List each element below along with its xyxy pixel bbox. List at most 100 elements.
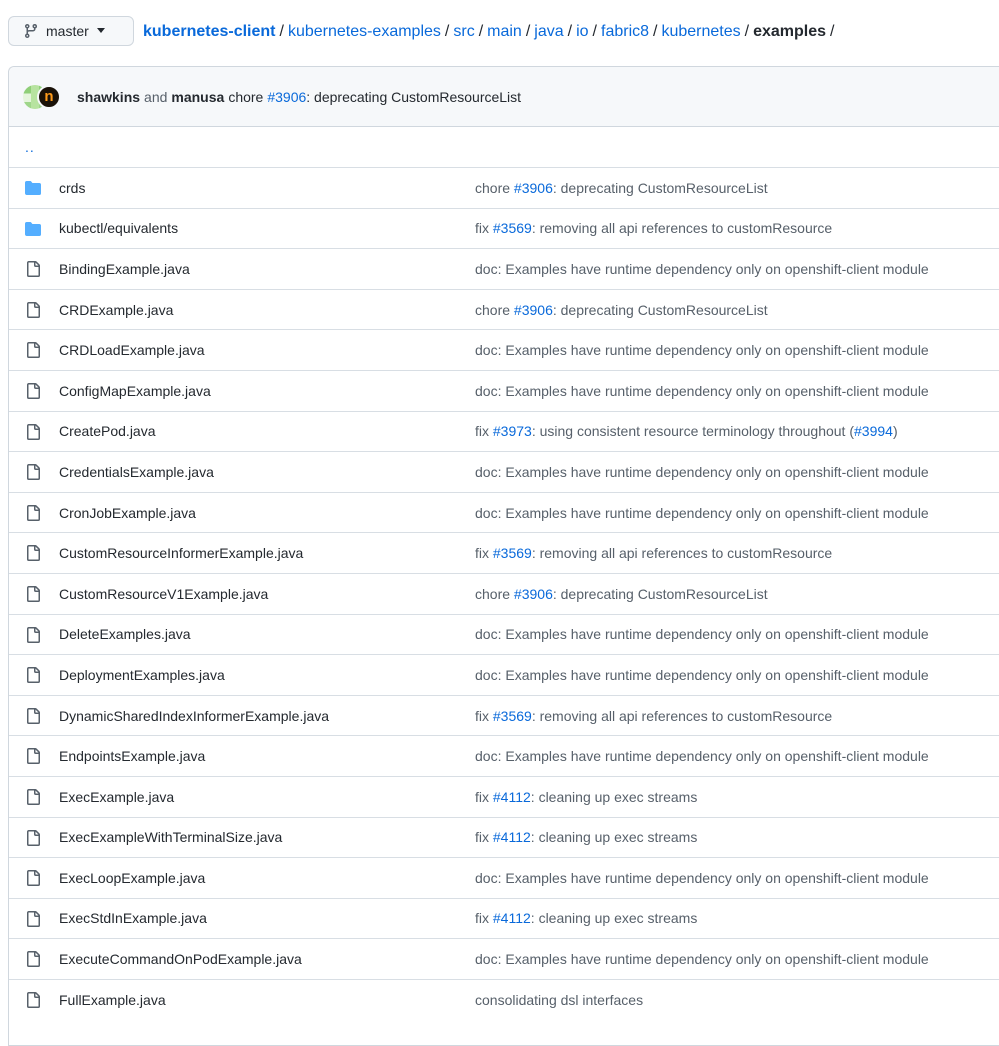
file-name-link[interactable]: FullExample.java — [59, 992, 166, 1008]
file-name-link[interactable]: CRDExample.java — [59, 302, 173, 318]
file-name-link[interactable]: ConfigMapExample.java — [59, 383, 211, 399]
parent-directory-row[interactable]: .. — [9, 127, 999, 167]
file-icon — [25, 504, 41, 521]
file-icon — [25, 626, 41, 643]
file-name-link[interactable]: CustomResourceInformerExample.java — [59, 545, 303, 561]
commit-message[interactable]: fix #3569: removing all api references t… — [475, 220, 832, 236]
issue-link[interactable]: #3906 — [514, 180, 553, 196]
commit-message[interactable]: fix #4112: cleaning up exec streams — [475, 789, 697, 805]
file-row[interactable]: DeleteExamples.java doc: Examples have ru… — [9, 613, 999, 655]
file-name-link[interactable]: ExecuteCommandOnPodExample.java — [59, 951, 302, 967]
breadcrumb-link[interactable]: src — [453, 23, 474, 40]
issue-link[interactable]: #3906 — [514, 586, 553, 602]
breadcrumb-link[interactable]: io — [576, 23, 588, 40]
file-row[interactable]: FullExample.java consolidating dsl interf… — [9, 978, 999, 1020]
issue-link[interactable]: #3906 — [514, 302, 553, 318]
commit-message[interactable]: doc: Examples have runtime dependency on… — [475, 748, 929, 764]
file-name-link[interactable]: CustomResourceV1Example.java — [59, 586, 268, 602]
file-row[interactable]: ConfigMapExample.java doc: Examples have … — [9, 369, 999, 411]
file-row[interactable]: CRDExample.java chore #3906: deprecating … — [9, 288, 999, 330]
directory-name-link[interactable]: crds — [59, 180, 85, 196]
file-name-link[interactable]: ExecLoopExample.java — [59, 870, 205, 886]
commit-message[interactable]: doc: Examples have runtime dependency on… — [475, 505, 929, 521]
file-name-link[interactable]: CronJobExample.java — [59, 505, 196, 521]
commit-message[interactable]: doc: Examples have runtime dependency on… — [475, 870, 929, 886]
commit-message-text: chore — [475, 585, 514, 602]
issue-link[interactable]: #3569 — [493, 708, 532, 724]
commit-author[interactable]: manusa — [171, 89, 224, 105]
directory-row[interactable]: crds chore #3906: deprecating CustomResou… — [9, 167, 999, 208]
avatar[interactable]: n — [37, 84, 61, 109]
file-row[interactable]: CreatePod.java fix #3973: using consisten… — [9, 410, 999, 452]
issue-link[interactable]: #3994 — [854, 423, 893, 439]
commit-message[interactable]: doc: Examples have runtime dependency on… — [475, 342, 929, 358]
commit-message[interactable]: consolidating dsl interfaces — [475, 992, 643, 1008]
author-avatars[interactable]: n — [23, 84, 67, 109]
breadcrumb: kubernetes-client / kubernetes-examples / sr… — [143, 20, 839, 44]
commit-message[interactable]: fix #4112: cleaning up exec streams — [475, 910, 697, 926]
commit-message[interactable]: fix #3973: using consistent resource ter… — [475, 423, 898, 439]
commit-message[interactable]: fix #3569: removing all api references t… — [475, 545, 832, 561]
breadcrumb-link[interactable]: kubernetes — [661, 23, 740, 40]
file-name-link[interactable]: BindingExample.java — [59, 261, 190, 277]
file-name-link[interactable]: CreatePod.java — [59, 423, 156, 439]
file-row[interactable]: DeploymentExamples.java doc: Examples hav… — [9, 654, 999, 695]
file-name-link[interactable]: DeleteExamples.java — [59, 626, 191, 642]
commit-message-text: doc: Examples have runtime dependency on… — [475, 748, 929, 765]
branch-selector-button[interactable]: master — [8, 16, 134, 46]
breadcrumb-link[interactable]: kubernetes-examples — [288, 23, 441, 40]
file-row[interactable]: CronJobExample.java doc: Examples have ru… — [9, 491, 999, 533]
commit-message[interactable]: chore #3906: deprecating CustomResourceL… — [475, 302, 768, 318]
file-row[interactable]: ExecExampleWithTerminalSize.java fix #411… — [9, 816, 999, 858]
breadcrumb-link[interactable]: java — [534, 23, 563, 40]
file-name-link[interactable]: ExecExample.java — [59, 789, 174, 805]
commit-message-text: doc: Examples have runtime dependency on… — [475, 626, 929, 643]
commit-message[interactable]: doc: Examples have runtime dependency on… — [475, 464, 929, 480]
file-row[interactable]: EndpointsExample.java doc: Examples have … — [9, 735, 999, 776]
file-row[interactable]: ExecuteCommandOnPodExample.java doc: Exam… — [9, 938, 999, 979]
commit-message-text: doc: Examples have runtime dependency on… — [475, 342, 929, 359]
breadcrumb-link[interactable]: fabric8 — [601, 23, 649, 40]
file-name-link[interactable]: CredentialsExample.java — [59, 464, 214, 480]
commit-issue-link[interactable]: #3906 — [267, 89, 306, 105]
commit-message[interactable]: chore #3906: deprecating CustomResourceL… — [475, 180, 768, 196]
file-row[interactable]: BindingExample.java doc: Examples have ru… — [9, 248, 999, 289]
directory-row[interactable]: kubectl/equivalents fix #3569: removing a… — [9, 207, 999, 249]
file-row[interactable]: CustomResourceV1Example.java chore #3906:… — [9, 572, 999, 614]
issue-link[interactable]: #3569 — [493, 545, 532, 561]
commit-message[interactable]: doc: Examples have runtime dependency on… — [475, 626, 929, 642]
file-row[interactable]: CustomResourceInformerExample.java fix #3… — [9, 532, 999, 573]
issue-link[interactable]: #4112 — [493, 789, 531, 805]
commit-message[interactable]: doc: Examples have runtime dependency on… — [475, 951, 929, 967]
issue-link[interactable]: #4112 — [493, 910, 531, 926]
file-row[interactable]: CRDLoadExample.java doc: Examples have ru… — [9, 329, 999, 370]
issue-link[interactable]: #3973 — [493, 423, 532, 439]
commit-author[interactable]: shawkins — [77, 89, 140, 105]
commit-message-text: : deprecating CustomResourceList — [552, 179, 768, 196]
file-name-link[interactable]: EndpointsExample.java — [59, 748, 205, 764]
file-icon — [25, 910, 41, 927]
commit-message[interactable]: doc: Examples have runtime dependency on… — [475, 383, 929, 399]
commit-message[interactable]: chore #3906: deprecating CustomResourceL… — [475, 586, 768, 602]
file-row[interactable]: CredentialsExample.java doc: Examples hav… — [9, 451, 999, 492]
file-row[interactable]: ExecStdInExample.java fix #4112: cleaning… — [9, 897, 999, 939]
file-row[interactable]: ExecExample.java fix #4112: cleaning up e… — [9, 775, 999, 817]
breadcrumb-link[interactable]: main — [487, 23, 522, 40]
file-row[interactable]: DynamicSharedIndexInformerExample.java fi… — [9, 694, 999, 736]
issue-link[interactable]: #3569 — [493, 220, 532, 236]
issue-link[interactable]: #4112 — [493, 829, 531, 845]
parent-directory-link[interactable]: .. — [25, 139, 35, 155]
commit-message[interactable]: doc: Examples have runtime dependency on… — [475, 667, 929, 683]
directory-name-link[interactable]: kubectl/equivalents — [59, 220, 178, 236]
file-row[interactable]: ExecLoopExample.java doc: Examples have r… — [9, 857, 999, 898]
commit-message[interactable]: fix #3569: removing all api references t… — [475, 708, 832, 724]
commit-message[interactable]: doc: Examples have runtime dependency on… — [475, 261, 929, 277]
file-icon — [25, 870, 41, 887]
file-name-link[interactable]: DeploymentExamples.java — [59, 667, 225, 683]
file-name-link[interactable]: DynamicSharedIndexInformerExample.java — [59, 708, 329, 724]
file-name-link[interactable]: ExecExampleWithTerminalSize.java — [59, 829, 282, 845]
file-name-link[interactable]: CRDLoadExample.java — [59, 342, 205, 358]
file-name-link[interactable]: ExecStdInExample.java — [59, 910, 207, 926]
breadcrumb-link[interactable]: kubernetes-client — [143, 23, 275, 40]
commit-message[interactable]: fix #4112: cleaning up exec streams — [475, 829, 697, 845]
